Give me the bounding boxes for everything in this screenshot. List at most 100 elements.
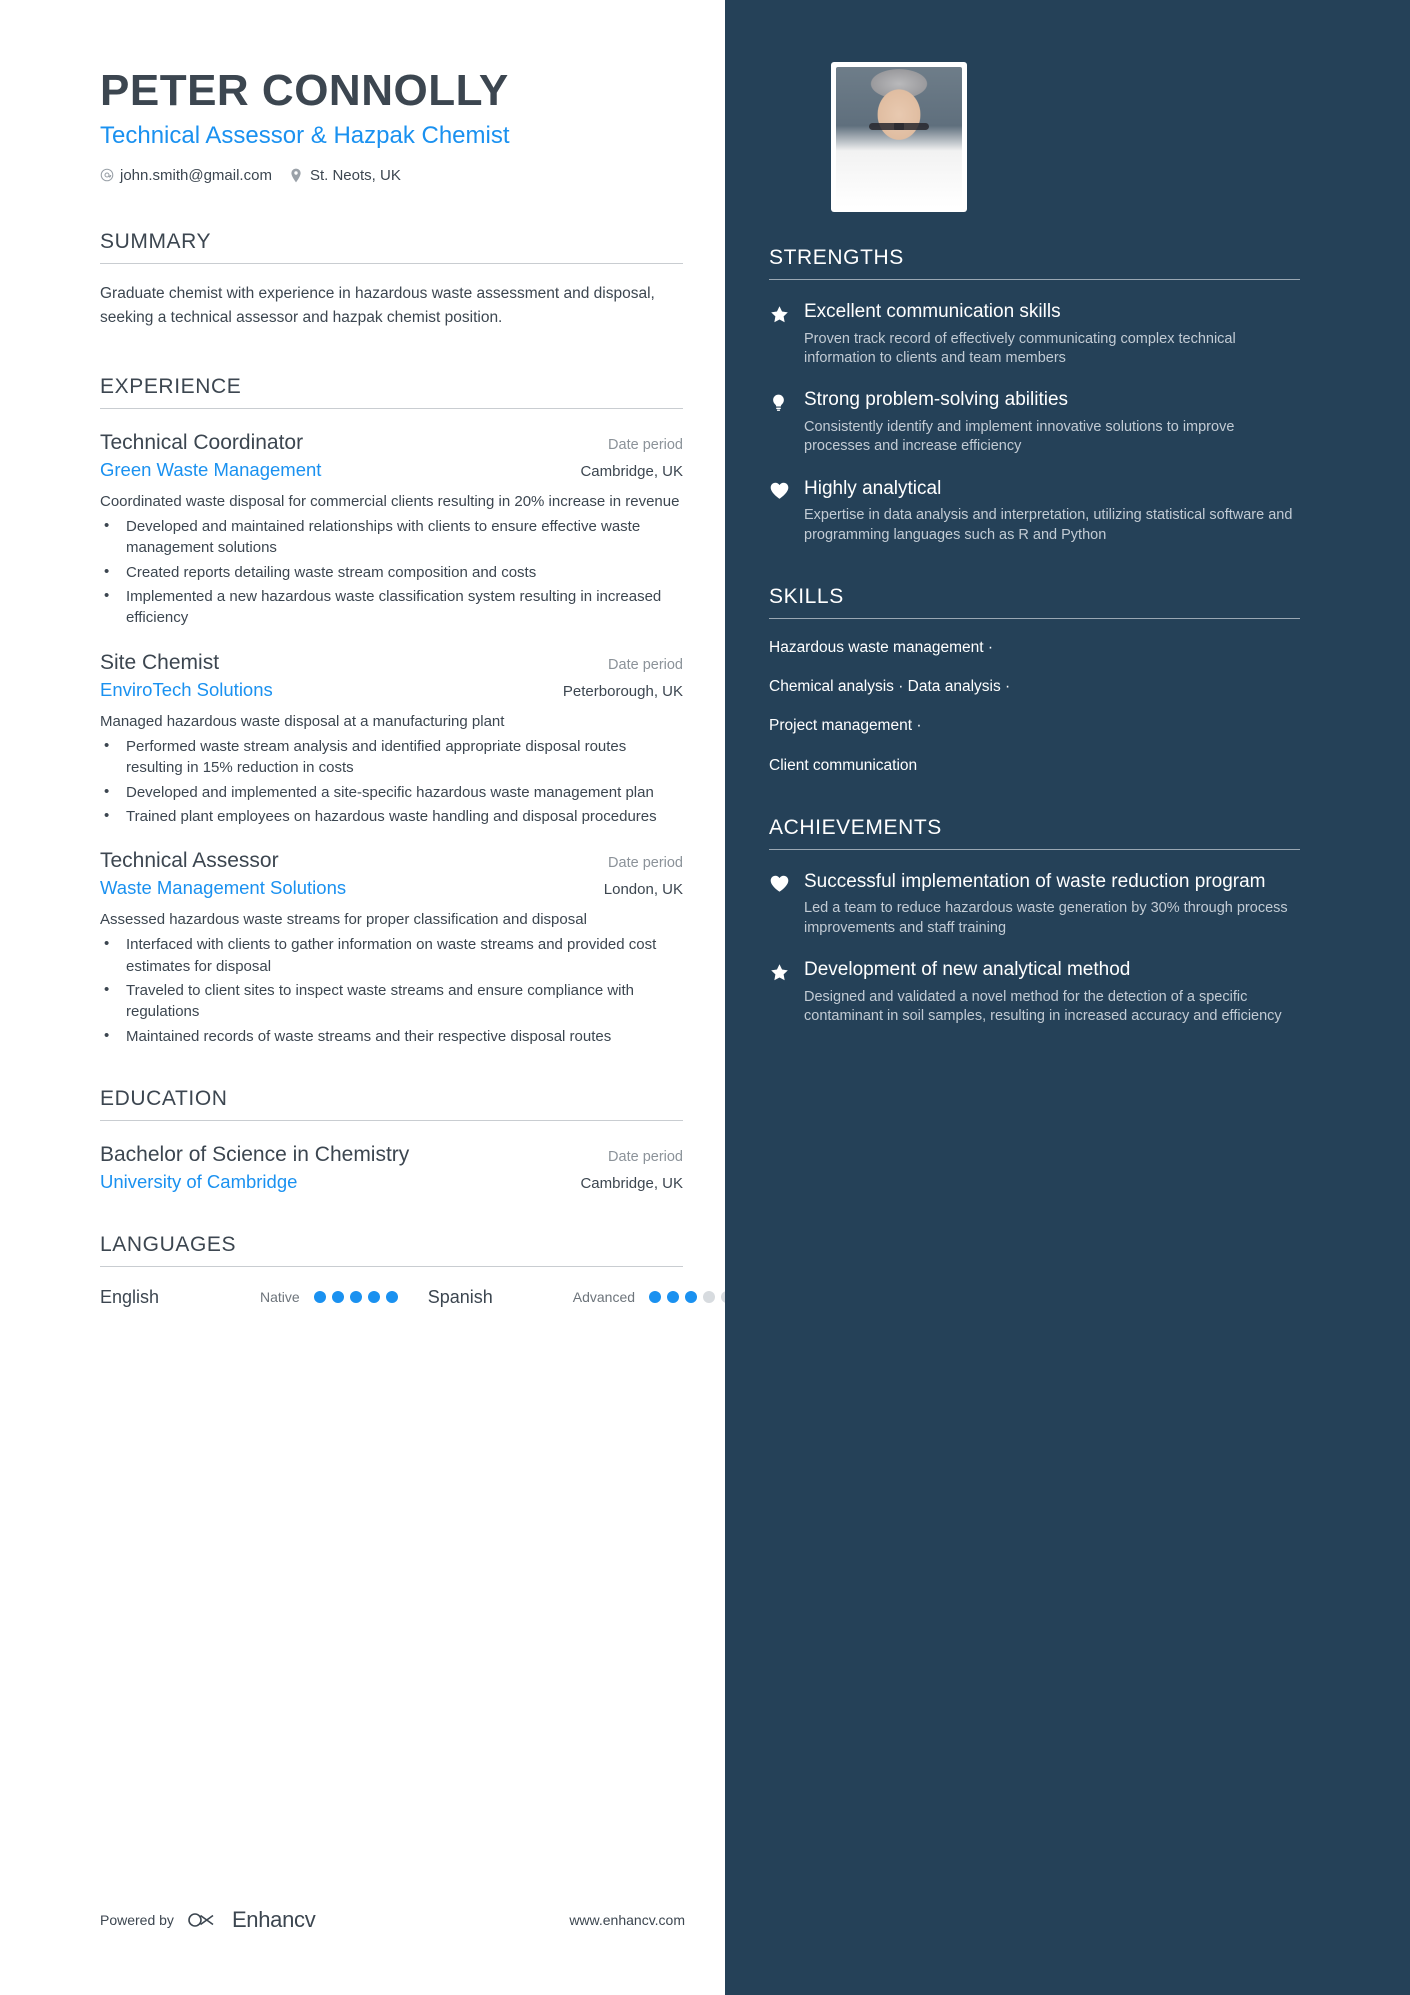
star-icon xyxy=(769,958,791,1026)
strength-item: Highly analytical Expertise in data anal… xyxy=(769,477,1300,545)
skill-line: Chemical analysis · Data analysis · xyxy=(769,678,1011,696)
entry-date: Date period xyxy=(608,855,683,872)
divider xyxy=(100,263,683,265)
achievements-section: ACHIEVEMENTS Successful implementation o… xyxy=(769,816,1300,1027)
strength-description: Proven track record of effectively commu… xyxy=(804,330,1236,366)
list-item: Traveled to client sites to inspect wast… xyxy=(100,979,683,1023)
heart-icon xyxy=(769,477,791,545)
achievement-item: Development of new analytical method Des… xyxy=(769,958,1300,1026)
enhancv-brand-name: Enhancv xyxy=(231,1907,316,1932)
entry-title: Technical Assessor xyxy=(100,849,279,873)
enhancv-logo-icon xyxy=(186,1911,220,1929)
rating-dot xyxy=(703,1291,716,1304)
experience-section: EXPERIENCE Technical Coordinator Date pe… xyxy=(100,375,683,1047)
contact-location: St. Neots, UK xyxy=(290,167,401,184)
powered-by-label: Powered by xyxy=(100,1912,174,1928)
entry-title: Bachelor of Science in Chemistry xyxy=(100,1142,410,1166)
footer: Powered by Enhancv www.enhancv.com xyxy=(100,1907,685,1933)
entry-organization: EnviroTech Solutions xyxy=(100,678,273,700)
avatar xyxy=(831,62,967,212)
job-headline: Technical Assessor & Hazpak Chemist xyxy=(100,122,510,150)
languages-section: LANGUAGES English Native Spanish Advance… xyxy=(100,1233,734,1308)
experience-entry: Technical Coordinator Date period Green … xyxy=(100,431,683,629)
summary-heading: SUMMARY xyxy=(100,230,212,254)
entry-title: Technical Coordinator xyxy=(100,430,304,454)
list-item: Developed and maintained relationships w… xyxy=(100,515,683,559)
entry-description: Managed hazardous waste disposal at a ma… xyxy=(100,712,505,730)
achievement-description: Designed and validated a novel method fo… xyxy=(804,988,1282,1025)
heart-icon xyxy=(769,870,791,938)
divider xyxy=(769,848,1300,850)
rating-dot xyxy=(685,1291,698,1304)
divider xyxy=(100,1119,683,1121)
lightbulb-icon xyxy=(769,388,791,456)
entry-date: Date period xyxy=(608,1148,683,1165)
entry-date: Date period xyxy=(608,656,683,673)
location-text: St. Neots, UK xyxy=(309,167,401,185)
summary-text: Graduate chemist with experience in haza… xyxy=(100,285,655,326)
entry-location: London, UK xyxy=(603,881,683,899)
skill-line: Hazardous waste management · xyxy=(769,639,994,657)
strength-title: Excellent communication skills xyxy=(804,301,1061,322)
rating-dot xyxy=(649,1291,662,1304)
entry-description: Coordinated waste disposal for commercia… xyxy=(100,492,680,510)
entry-organization: Green Waste Management xyxy=(100,458,322,480)
list-item: Interfaced with clients to gather inform… xyxy=(100,933,683,977)
skill-line: Project management · xyxy=(769,717,922,735)
resume-page: PETER CONNOLLY Technical Assessor & Hazp… xyxy=(0,0,1410,1995)
strengths-heading: STRENGTHS xyxy=(769,246,904,269)
powered-by-block: Powered by Enhancv xyxy=(100,1907,316,1933)
rating-dot xyxy=(367,1291,380,1304)
rating-dot xyxy=(667,1291,680,1304)
main-column: PETER CONNOLLY Technical Assessor & Hazp… xyxy=(0,0,734,1995)
strength-item: Strong problem-solving abilities Consist… xyxy=(769,388,1300,456)
divider xyxy=(769,279,1300,280)
language-name: English xyxy=(100,1286,160,1307)
skill-line: Client communication xyxy=(769,756,918,774)
at-icon xyxy=(100,168,114,184)
strength-description: Expertise in data analysis and interpret… xyxy=(804,507,1293,543)
language-item-english: English Native xyxy=(100,1287,398,1308)
footer-website[interactable]: www.enhancv.com xyxy=(569,1912,685,1928)
entry-organization: University of Cambridge xyxy=(100,1170,298,1192)
entry-location: Peterborough, UK xyxy=(562,682,683,700)
rating-dot xyxy=(385,1291,398,1304)
star-icon xyxy=(769,300,791,368)
entry-date: Date period xyxy=(608,436,683,453)
entry-bullets: Interfaced with clients to gather inform… xyxy=(100,933,683,1046)
strength-title: Strong problem-solving abilities xyxy=(804,389,1069,411)
list-item: Implemented a new hazardous waste classi… xyxy=(100,585,683,629)
entry-description: Assessed hazardous waste streams for pro… xyxy=(100,911,587,929)
email-text: john.smith@gmail.com xyxy=(120,167,272,185)
entry-location: Cambridge, UK xyxy=(580,462,683,480)
divider xyxy=(100,1265,683,1267)
list-item: Developed and implemented a site-specifi… xyxy=(100,781,683,803)
achievement-title: Successful implementation of waste reduc… xyxy=(804,870,1266,892)
rating-dot xyxy=(313,1291,326,1304)
profile-photo xyxy=(836,67,962,207)
skills-heading: SKILLS xyxy=(769,585,844,609)
entry-organization: Waste Management Solutions xyxy=(100,877,347,899)
language-level: Advanced xyxy=(572,1289,636,1306)
list-item: Performed waste stream analysis and iden… xyxy=(100,735,683,779)
education-entry: Bachelor of Science in Chemistry Date pe… xyxy=(100,1143,683,1193)
entry-title: Site Chemist xyxy=(100,650,220,674)
sidebar: STRENGTHS Excellent communication skills… xyxy=(725,0,1410,1995)
strength-title: Highly analytical xyxy=(804,477,942,499)
skills-section: SKILLS Hazardous waste management · Chem… xyxy=(769,585,1300,776)
rating-dot xyxy=(349,1291,362,1304)
rating-dot xyxy=(331,1291,344,1304)
education-heading: EDUCATION xyxy=(100,1086,228,1110)
experience-entry: Technical Assessor Date period Waste Man… xyxy=(100,849,683,1047)
entry-bullets: Performed waste stream analysis and iden… xyxy=(100,735,683,827)
achievements-heading: ACHIEVEMENTS xyxy=(769,815,942,839)
language-rating-dots xyxy=(649,1291,734,1304)
summary-section: SUMMARY Graduate chemist with experience… xyxy=(100,230,683,329)
languages-row: English Native Spanish Advanced xyxy=(100,1286,734,1308)
map-pin-icon xyxy=(290,168,304,184)
divider xyxy=(769,618,1300,620)
language-name: Spanish xyxy=(427,1286,493,1307)
divider xyxy=(100,407,683,409)
education-section: EDUCATION Bachelor of Science in Chemist… xyxy=(100,1087,683,1193)
language-rating-dots xyxy=(313,1291,398,1304)
